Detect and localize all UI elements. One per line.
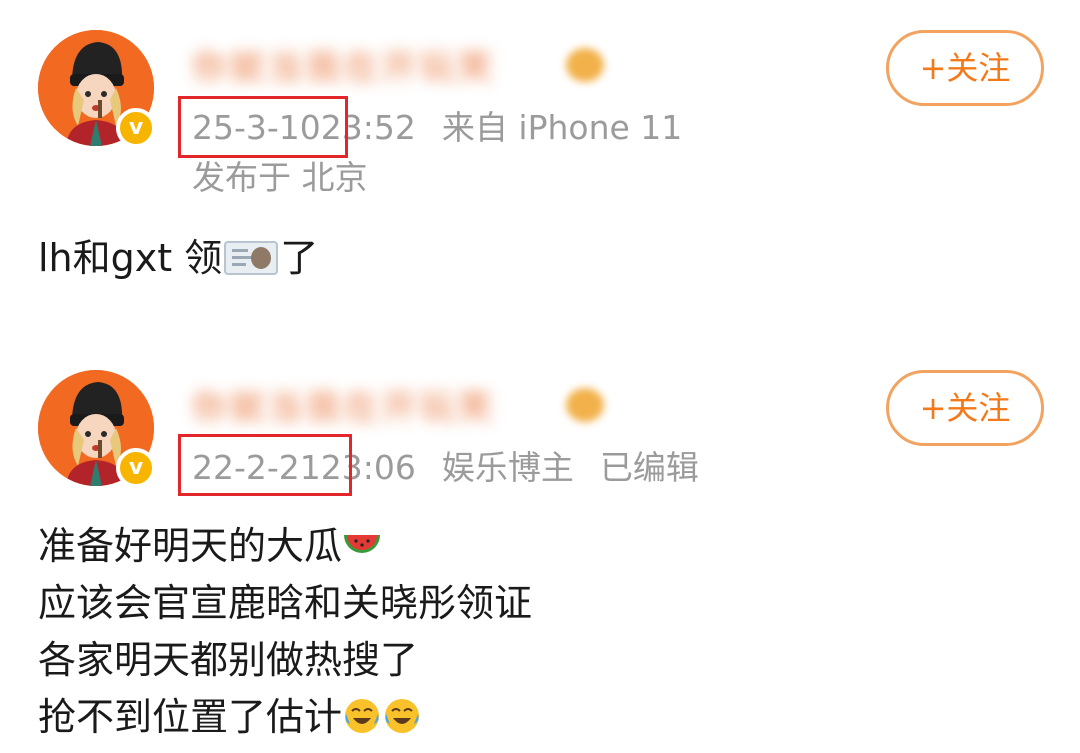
post-category: 娱乐博主 bbox=[441, 448, 574, 487]
post-location: 发布于 北京 bbox=[192, 158, 368, 197]
content-line: 抢不到位置了估计 bbox=[38, 689, 532, 746]
content-text-end: 了 bbox=[280, 236, 319, 280]
content-line: 应该会官宣鹿晗和关晓彤领证 bbox=[38, 581, 533, 625]
verified-icon: v bbox=[116, 448, 156, 488]
content-line: 准备好明天的大瓜 bbox=[38, 518, 532, 575]
crown-icon bbox=[566, 388, 604, 422]
verified-icon: v bbox=[116, 108, 156, 148]
crown-icon bbox=[566, 48, 604, 82]
id-card-icon bbox=[224, 241, 279, 275]
username[interactable]: 你就当我在开玩笑 bbox=[192, 380, 552, 428]
content-line: 各家明天都别做热搜了 bbox=[38, 638, 419, 682]
post-source: 来自 iPhone 11 bbox=[441, 108, 683, 147]
crying-laughing-icon bbox=[385, 699, 420, 733]
crying-laughing-icon bbox=[345, 699, 380, 733]
watermelon-icon bbox=[344, 535, 381, 553]
post-content: lh和gxt 领 了 bbox=[38, 230, 318, 287]
weibo-post: v 你就当我在开玩笑 25-3-1023:52 来自 iPhone 11 发布于 … bbox=[0, 0, 1080, 340]
weibo-post: v 你就当我在开玩笑 22-2-2123:06 娱乐博主 已编辑 +关注 准备好明天… bbox=[0, 340, 1080, 753]
post-content: 准备好明天的大瓜 应该会官宣鹿晗和关晓彤领证 各家明天都别做热搜了 抢不到位置了… bbox=[38, 518, 532, 746]
date-highlight-box bbox=[178, 434, 352, 496]
content-text: lh和gxt 领 bbox=[38, 236, 223, 280]
date-highlight-box bbox=[178, 96, 348, 158]
follow-button[interactable]: +关注 bbox=[886, 370, 1044, 446]
edited-label: 已编辑 bbox=[599, 448, 699, 487]
follow-button[interactable]: +关注 bbox=[886, 30, 1044, 106]
username[interactable]: 你就当我在开玩笑 bbox=[192, 40, 552, 88]
